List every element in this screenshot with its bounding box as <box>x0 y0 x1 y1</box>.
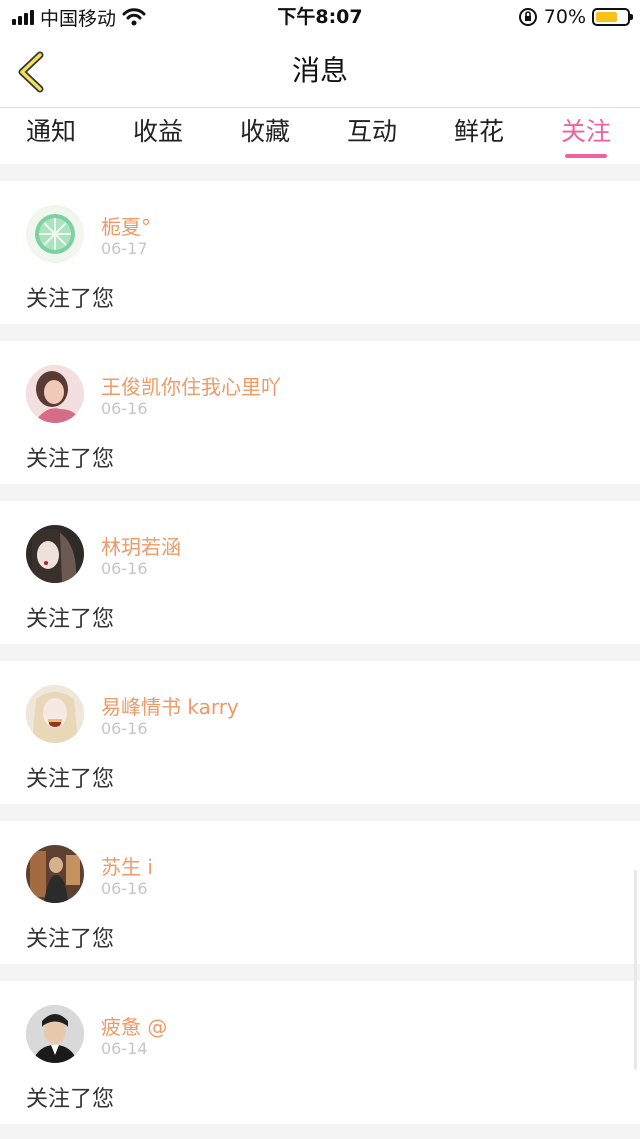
username[interactable]: 王俊凯你住我心里吖 <box>101 371 281 400</box>
lime-avatar-icon[interactable] <box>26 205 84 263</box>
tab-label: 收藏 <box>240 117 291 146</box>
tab-label: 关注 <box>561 117 612 146</box>
scrollbar[interactable] <box>634 870 637 1070</box>
tab-notice[interactable]: 通知 <box>26 112 76 158</box>
list-item[interactable]: 苏生 i 06-16 关注了您 <box>0 821 640 964</box>
message-date: 06-16 <box>101 399 148 418</box>
username[interactable]: 栀夏° <box>101 211 151 240</box>
tab-label: 互动 <box>347 117 398 146</box>
message-text: 关注了您 <box>26 1087 115 1112</box>
user-avatar[interactable] <box>26 1005 84 1063</box>
nav-bar: 消息 <box>0 34 640 108</box>
tab-label: 通知 <box>26 117 77 146</box>
list-item[interactable]: 疲惫 @ 06-14 关注了您 <box>0 981 640 1124</box>
tab-bar: 通知 收益 收藏 互动 鲜花 关注 <box>0 108 640 164</box>
status-right: 70% <box>518 0 633 34</box>
message-text: 关注了您 <box>26 927 115 952</box>
list-item[interactable]: 林玥若涵 06-16 关注了您 <box>0 501 640 644</box>
message-date: 06-16 <box>101 559 148 578</box>
username[interactable]: 易峰情书 karry <box>101 691 239 720</box>
tab-interactions[interactable]: 互动 <box>347 112 397 158</box>
battery-icon <box>592 8 633 26</box>
active-tab-indicator <box>565 154 608 158</box>
user-avatar[interactable] <box>26 685 84 743</box>
user-avatar[interactable] <box>26 365 84 423</box>
chevron-left-icon <box>18 51 44 93</box>
tab-following[interactable]: 关注 <box>561 112 611 158</box>
user-avatar[interactable] <box>26 845 84 903</box>
status-bar: 中国移动 下午8:07 70% <box>0 0 640 34</box>
message-text: 关注了您 <box>26 287 115 312</box>
back-button[interactable] <box>12 50 52 94</box>
username[interactable]: 疲惫 @ <box>101 1011 167 1040</box>
message-text: 关注了您 <box>26 447 115 472</box>
page-title: 消息 <box>291 54 348 87</box>
tab-flowers[interactable]: 鲜花 <box>454 112 504 158</box>
user-avatar[interactable] <box>26 525 84 583</box>
battery-percent: 70% <box>543 6 586 28</box>
message-date: 06-14 <box>101 1039 148 1058</box>
orientation-lock-icon <box>518 8 537 26</box>
message-date: 06-16 <box>101 719 148 738</box>
message-date: 06-17 <box>101 239 148 258</box>
tab-label: 鲜花 <box>454 117 505 146</box>
username[interactable]: 林玥若涵 <box>101 531 181 560</box>
message-text: 关注了您 <box>26 607 115 632</box>
username[interactable]: 苏生 i <box>101 851 153 880</box>
message-date: 06-16 <box>101 879 148 898</box>
message-text: 关注了您 <box>26 767 115 792</box>
tab-earnings[interactable]: 收益 <box>133 112 183 158</box>
list-item[interactable]: 栀夏° 06-17 关注了您 <box>0 181 640 324</box>
list-item[interactable]: 王俊凯你住我心里吖 06-16 关注了您 <box>0 341 640 484</box>
tab-label: 收益 <box>133 117 184 146</box>
tab-favorites[interactable]: 收藏 <box>240 112 290 158</box>
list-item[interactable]: 易峰情书 karry 06-16 关注了您 <box>0 661 640 804</box>
